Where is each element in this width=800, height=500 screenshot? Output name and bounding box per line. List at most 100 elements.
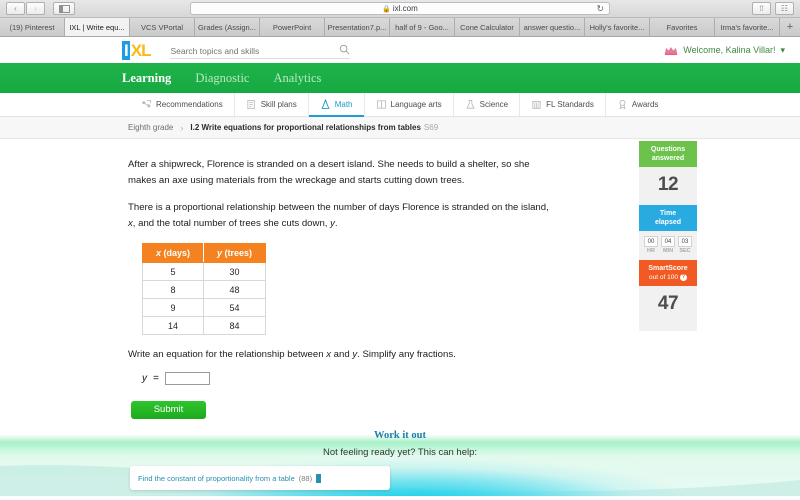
breadcrumb-grade[interactable]: Eighth grade: [128, 123, 173, 132]
time-seconds-label: SEC: [679, 248, 691, 254]
answer-row: y =: [142, 372, 558, 385]
browser-tab[interactable]: half of 9 - Goo...: [390, 18, 455, 36]
question-paragraph-2: There is a proportional relationship bet…: [128, 200, 558, 231]
lock-icon: 🔒: [382, 5, 391, 13]
reload-button[interactable]: ↻: [596, 3, 604, 14]
subnav-label: FL Standards: [546, 100, 594, 109]
browser-tab[interactable]: PowerPoint: [260, 18, 325, 36]
url-text: ixl.com: [392, 4, 418, 13]
subnav-item-fl-standards[interactable]: FL Standards: [520, 93, 606, 116]
user-menu[interactable]: Welcome, Kalina Villar! ▾: [664, 45, 785, 56]
prompt-text-a: Write an equation for the relationship b…: [128, 349, 327, 360]
table-cell-x: 9: [141, 298, 205, 317]
browser-tab[interactable]: Favorites: [650, 18, 715, 36]
table-cell-x: 8: [141, 280, 205, 299]
submit-button[interactable]: Submit: [131, 400, 206, 419]
time-elapsed-header: Time elapsed: [639, 205, 697, 231]
subnav-item-awards[interactable]: Awards: [606, 93, 670, 116]
search-icon[interactable]: [339, 44, 350, 55]
answer-variable-label: y: [142, 373, 147, 384]
browser-tab[interactable]: Cone Calculator: [455, 18, 520, 36]
breadcrumb-separator-icon: ›: [180, 122, 184, 133]
ixl-logo[interactable]: I XL: [122, 40, 152, 60]
smartscore-subtitle-row: out of 100?: [641, 273, 695, 282]
main-content: After a shipwreck, Florence is stranded …: [0, 139, 800, 496]
proportion-table: x (days) y (trees) 5 30 8 48 9 54 14 84: [141, 243, 267, 335]
time-seconds-value: 03: [678, 236, 692, 247]
work-it-out-section: Work it out Not feeling ready yet? This …: [0, 424, 800, 496]
tab-strip: (19) Pinterest IXL | Write equ... VCS VP…: [0, 18, 800, 37]
building-icon: [531, 99, 542, 110]
search-input[interactable]: [170, 42, 351, 60]
subnav-item-skill-plans[interactable]: Skill plans: [235, 93, 309, 116]
question-paragraph-1: After a shipwreck, Florence is stranded …: [128, 159, 530, 186]
browser-tab[interactable]: Grades (Assign...: [195, 18, 260, 36]
subnav-label: Science: [479, 100, 509, 109]
nav-tab-learning[interactable]: Learning: [122, 68, 171, 89]
questions-answered-value: 12: [657, 174, 679, 195]
browser-tab[interactable]: Irma's favorite...: [715, 18, 780, 36]
table-cell-y: 30: [203, 262, 267, 281]
share-icon[interactable]: ⇧: [752, 2, 771, 15]
breadcrumb: Eighth grade › I.2 Write equations for p…: [0, 117, 800, 139]
flask-icon: [465, 99, 476, 110]
nav-tab-diagnostic[interactable]: Diagnostic: [195, 68, 249, 89]
browser-tab-active[interactable]: IXL | Write equ...: [65, 18, 130, 36]
new-tab-button[interactable]: +: [780, 18, 800, 36]
time-elapsed-labels: HR MIN SEC: [639, 248, 697, 260]
breadcrumb-skill-code: S69: [423, 123, 439, 132]
sidebar-toggle-button[interactable]: [53, 2, 75, 15]
time-hours-value: 00: [644, 236, 658, 247]
subnav-label: Awards: [631, 100, 659, 109]
questions-answered-title-line1: Questions: [650, 146, 686, 153]
recommendations-icon: [141, 99, 152, 110]
progress-panel: Questions answered 12 Time elapsed 00 04…: [639, 141, 697, 331]
forward-button[interactable]: ›: [26, 2, 45, 15]
table-header-y: y (trees): [203, 243, 267, 263]
browser-tab[interactable]: (19) Pinterest: [0, 18, 65, 36]
browser-tab[interactable]: VCS VPortal: [130, 18, 195, 36]
table-header-x-unit: (days): [161, 248, 191, 258]
table-cell-x: 5: [141, 262, 205, 281]
nav-tab-analytics[interactable]: Analytics: [273, 68, 321, 89]
browser-tab[interactable]: Presentation7.p...: [325, 18, 390, 36]
smartscore-value: 47: [657, 293, 679, 314]
q2-text-b: , and the total number of trees she cuts…: [132, 217, 331, 229]
award-ribbon-icon: [617, 99, 628, 110]
q2-text-c: .: [334, 217, 338, 229]
browser-tab[interactable]: answer questio...: [520, 18, 585, 36]
subnav-item-recommendations[interactable]: Recommendations: [130, 93, 235, 116]
table-header-x: x (days): [141, 243, 205, 263]
show-tabs-icon[interactable]: ☷: [775, 2, 794, 15]
skill-plans-icon: [246, 99, 257, 110]
table-cell-x: 14: [141, 316, 205, 335]
prompt-text-b: . Simplify any fractions.: [357, 349, 456, 360]
table-row: 5 30: [141, 262, 267, 281]
table-row: 9 54: [141, 298, 267, 317]
browser-tab[interactable]: Holly's favorite...: [585, 18, 650, 36]
table-row: 8 48: [141, 280, 267, 299]
secondary-nav: Recommendations Skill plans Math Languag…: [0, 93, 800, 117]
browser-toolbar: ‹ › 🔒 ixl.com ↻ ⇧ ☷: [0, 0, 800, 18]
subnav-label: Math: [334, 100, 353, 109]
address-bar[interactable]: 🔒 ixl.com ↻: [190, 2, 610, 15]
table-header-row: x (days) y (trees): [141, 243, 267, 263]
work-it-out-title: Work it out: [374, 430, 426, 441]
subnav-item-language-arts[interactable]: Language arts: [365, 93, 454, 116]
navigation-buttons: ‹ ›: [6, 2, 45, 15]
subnav-item-science[interactable]: Science: [454, 93, 521, 116]
help-icon[interactable]: ?: [679, 273, 687, 281]
chevron-down-icon[interactable]: ▾: [780, 45, 785, 56]
table-row: 14 84: [141, 316, 267, 335]
answer-input[interactable]: [164, 372, 210, 385]
prompt-text-and: and: [331, 349, 353, 360]
logo-letters-xl: XL: [130, 40, 152, 60]
subnav-item-math[interactable]: Math: [308, 93, 365, 117]
search-box[interactable]: [170, 41, 351, 60]
sidebar-icon: [58, 4, 70, 13]
breadcrumb-skill-text: I.2 Write equations for proportional rel…: [190, 123, 421, 132]
help-skill-card[interactable]: Find the constant of proportionality fro…: [130, 466, 390, 490]
primary-nav: Learning Diagnostic Analytics: [0, 63, 800, 93]
back-button[interactable]: ‹: [6, 2, 25, 15]
subnav-label: Language arts: [390, 100, 442, 109]
